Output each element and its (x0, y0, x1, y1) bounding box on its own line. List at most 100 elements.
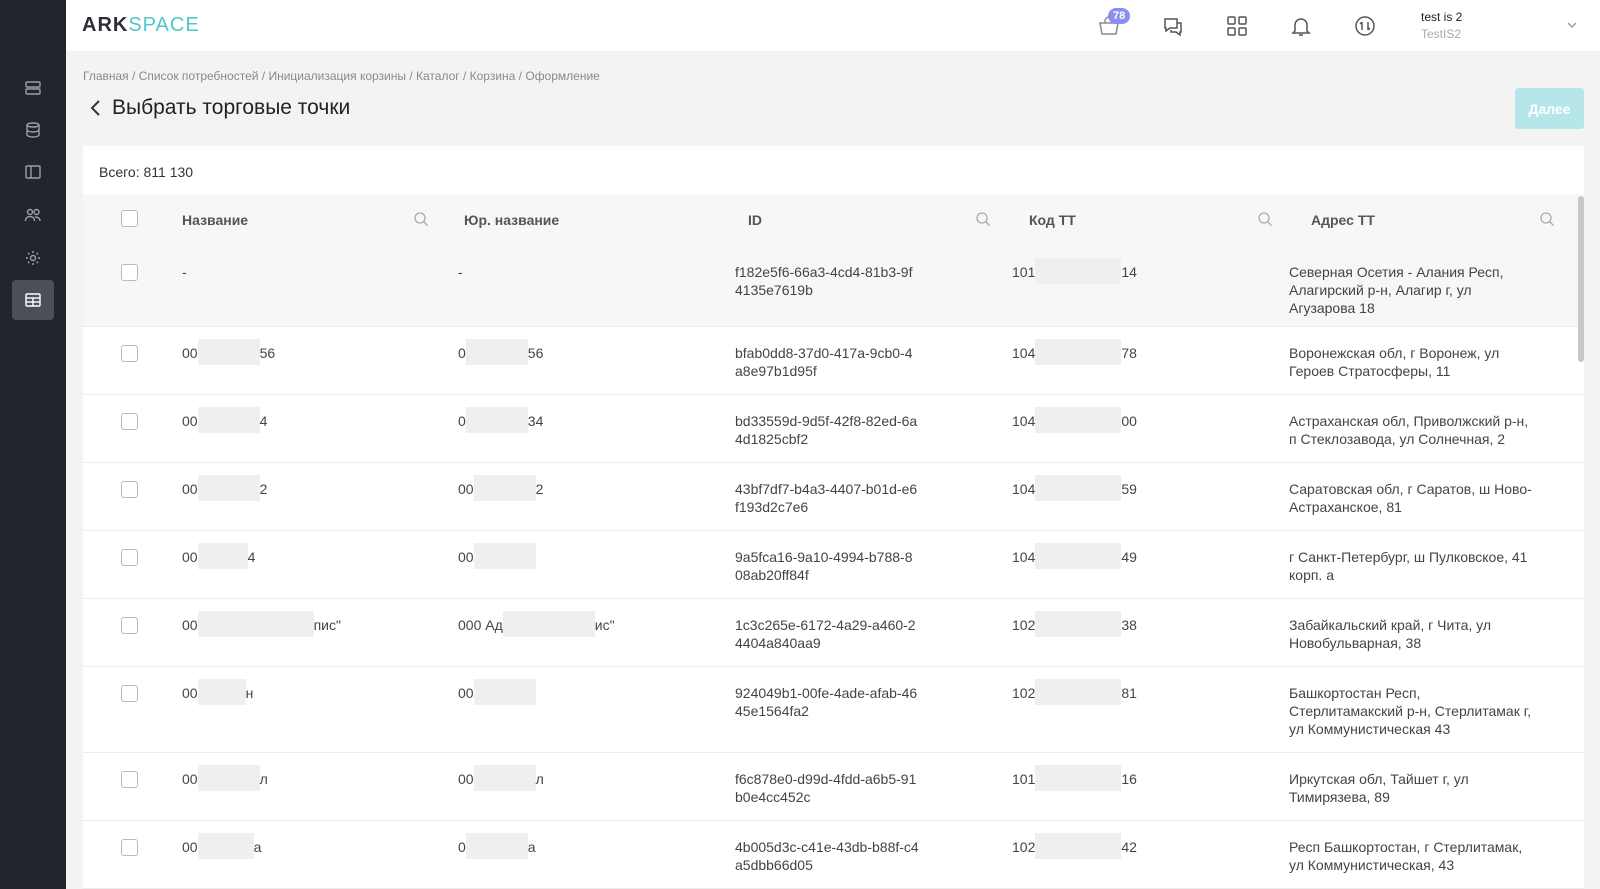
grid-icon (1227, 16, 1247, 36)
cell-text-suffix: 2 (259, 481, 268, 498)
row-checkbox[interactable] (121, 549, 138, 566)
cell-outlet-code: 101 14 (1012, 258, 1137, 284)
cell-text-prefix: 00 (182, 771, 198, 788)
cell-text-prefix: 101 (1012, 771, 1036, 788)
cell-text-prefix: 00 (458, 685, 474, 702)
server-icon (25, 81, 41, 95)
back-arrow-icon[interactable] (87, 98, 105, 118)
cell-text-prefix: 0 (458, 345, 466, 362)
row-checkbox[interactable] (121, 771, 138, 788)
cell-name: 00 4 (182, 543, 256, 569)
cell-legal-name: - (458, 263, 463, 281)
search-icon[interactable] (413, 211, 429, 227)
cell-text-suffix: пис" (313, 617, 341, 634)
cell-text-prefix: - (182, 264, 187, 280)
logo[interactable]: ARKSPACE (82, 14, 200, 37)
page-title: Выбрать торговые точки (112, 96, 351, 119)
table-row[interactable]: 00 4 0 34 bd33559d-9d5f-42f8-82ed-6a4d1825cb… (83, 395, 1584, 463)
bell-icon (1291, 18, 1311, 36)
redaction-mask (1035, 611, 1122, 637)
sidebar-item-settings[interactable] (12, 238, 54, 278)
redaction-mask (1035, 475, 1122, 501)
row-checkbox[interactable] (121, 413, 138, 430)
redaction-mask (1035, 543, 1122, 569)
cell-text-suffix: 2 (535, 481, 544, 498)
table-row[interactable]: 00 н 00 924049b1-00fe-4ade-afab-4645e1564fa… (83, 667, 1584, 753)
cell-name: 00 4 (182, 407, 267, 433)
cell-outlet-code: 104 49 (1012, 543, 1137, 569)
table-row[interactable]: 00 а 0 а 4b005d3c-c41e-43db-b88f-c4a5dbb66d0… (83, 821, 1584, 889)
cell-text-prefix: 00 (182, 481, 198, 498)
search-icon[interactable] (1539, 211, 1555, 227)
cell-text-suffix: а (527, 839, 536, 856)
cart-button[interactable]: 78 (1096, 8, 1131, 39)
top-bar: ARKSPACE 78 test is 2 TestIS2 (66, 0, 1600, 51)
cell-legal-name: 00 2 (458, 475, 544, 501)
cell-text-suffix: ис" (594, 617, 615, 634)
cell-text-suffix: н (245, 685, 254, 702)
column-outlet-address[interactable]: Адрес ТТ (1311, 212, 1375, 228)
sidebar-item-catalog[interactable] (12, 152, 54, 192)
sidebar-item-outlets[interactable] (12, 280, 54, 320)
table-row[interactable]: 00 л 00 л f6c878e0-d99d-4fdd-a6b5-91b0e4cc45… (83, 753, 1584, 821)
table-row[interactable]: - - f182e5f6-66a3-4cd4-81b3-9f4135e7619b 10… (83, 246, 1584, 327)
cell-outlet-code: 102 42 (1012, 833, 1137, 859)
redaction-mask (197, 339, 260, 365)
redaction-mask (465, 407, 528, 433)
table-row[interactable]: 00 пис" 000 Ад ис" 1c3c265e-6172-4a29-a460-2… (83, 599, 1584, 667)
sync-button[interactable] (1352, 13, 1378, 39)
cell-outlet-code: 102 81 (1012, 679, 1137, 705)
table-row[interactable]: 00 56 0 56 bfab0dd8-37d0-417a-9cb0-4a8e97b1d… (83, 327, 1584, 395)
users-icon (24, 208, 41, 222)
search-icon[interactable] (1257, 211, 1273, 227)
cell-id: 9a5fca16-9a10-4994-b788-808ab20ff84f (735, 549, 913, 583)
redaction-mask (465, 833, 528, 859)
cell-text-suffix: 56 (527, 345, 544, 362)
cell-name: 00 2 (182, 475, 268, 501)
cell-text-suffix: 49 (1121, 549, 1137, 566)
redaction-mask (465, 339, 528, 365)
sidebar-item-users[interactable] (12, 195, 54, 235)
breadcrumb[interactable]: Главная / Список потребностей / Инициали… (83, 69, 600, 83)
redaction-mask (1035, 765, 1122, 791)
cell-legal-name: 0а (458, 833, 536, 859)
row-checkbox[interactable] (121, 264, 138, 281)
redaction-mask (197, 765, 260, 791)
column-legal-name[interactable]: Юр. название (464, 212, 559, 228)
row-checkbox[interactable] (121, 839, 138, 856)
table-row[interactable]: 00 4 00 9a5fca16-9a10-4994-b788-808ab20ff84… (83, 531, 1584, 599)
select-all-checkbox[interactable] (121, 210, 138, 227)
notifications-button[interactable] (1288, 13, 1314, 39)
row-checkbox[interactable] (121, 617, 138, 634)
row-checkbox[interactable] (121, 345, 138, 362)
next-button[interactable]: Далее (1515, 88, 1584, 129)
column-id[interactable]: ID (748, 212, 762, 228)
redaction-mask (473, 679, 536, 705)
cell-text-suffix: 00 (1121, 413, 1137, 430)
cell-text-suffix: 81 (1121, 685, 1137, 702)
sidebar-item-servers[interactable] (12, 68, 54, 108)
table-row[interactable]: 00 2 00 2 43bf7df7-b4a3-4407-b01d-e6f193d2c7… (83, 463, 1584, 531)
scrollbar[interactable] (1578, 196, 1584, 362)
cell-text-suffix: 78 (1121, 345, 1137, 362)
sidebar-item-database[interactable] (12, 110, 54, 150)
row-checkbox[interactable] (121, 685, 138, 702)
table-header: Название Юр. название ID Код ТТ Адрес ТТ (83, 194, 1584, 246)
chevron-down-icon[interactable] (1565, 18, 1579, 32)
column-outlet-code[interactable]: Код ТТ (1029, 212, 1076, 228)
column-name[interactable]: Название (182, 212, 248, 228)
cell-text-prefix: 00 (182, 413, 198, 430)
chat-button[interactable] (1160, 13, 1186, 39)
cell-text-prefix: 102 (1012, 839, 1036, 856)
cell-name: 00 56 (182, 339, 275, 365)
apps-button[interactable] (1224, 13, 1250, 39)
search-icon[interactable] (975, 211, 991, 227)
cart-badge: 78 (1108, 8, 1131, 24)
cell-legal-name: 00 (458, 543, 536, 569)
cell-legal-name: 00 (458, 679, 536, 705)
cell-id: 1c3c265e-6172-4a29-a460-24404a840aa9 (735, 617, 916, 651)
row-checkbox[interactable] (121, 481, 138, 498)
cell-text-suffix: 4 (247, 549, 256, 566)
user-name[interactable]: test is 2 (1421, 10, 1462, 24)
cell-legal-name: 0 34 (458, 407, 543, 433)
